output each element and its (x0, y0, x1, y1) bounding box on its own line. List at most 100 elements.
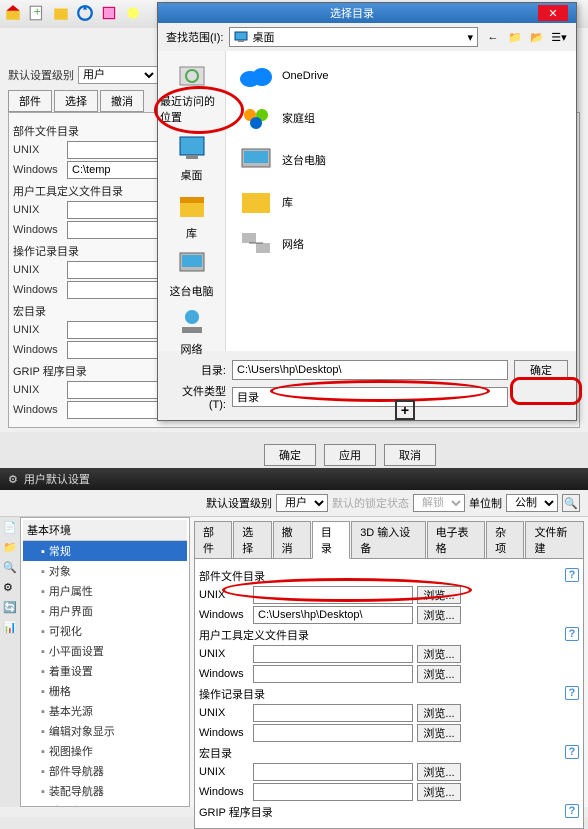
lf-win-4[interactable] (253, 783, 413, 801)
up-icon[interactable]: 📁 (506, 28, 524, 46)
browse-btn[interactable]: 浏览... (417, 724, 461, 742)
item-thispc[interactable]: 这台电脑 (234, 143, 568, 177)
lower-tab[interactable]: 电子表格 (427, 521, 486, 558)
sidebar-network[interactable]: 网络 (158, 303, 225, 361)
tree-item[interactable]: 重用库 (23, 801, 187, 807)
type-input[interactable] (232, 387, 508, 407)
sidebar-library[interactable]: 库 (158, 187, 225, 245)
level-label: 默认设置级别 (8, 67, 74, 83)
mini-icon[interactable]: 🔍 (3, 561, 17, 575)
tool-icon-4[interactable] (76, 4, 94, 22)
tab-part[interactable]: 部件 (8, 90, 52, 112)
item-library[interactable]: 库 (234, 185, 568, 219)
lf-win-1[interactable] (253, 606, 413, 624)
user-default-settings-window: ⚙用户默认设置 默认设置级别 用户 默认的锁定状态 解锁 单位制 公制 🔍 📄 … (0, 468, 588, 817)
lform-macro: 宏目录 (199, 745, 232, 761)
level-select[interactable]: 用户 (78, 66, 158, 84)
help-icon[interactable]: ? (565, 686, 579, 700)
apply-button[interactable]: 应用 (324, 444, 376, 466)
lookup-combo[interactable]: 桌面 ▾ (229, 27, 478, 47)
lower-tab[interactable]: 撤消 (273, 521, 311, 558)
lower-tab[interactable]: 部件 (194, 521, 232, 558)
item-network[interactable]: 网络 (234, 227, 568, 261)
window-title: 用户默认设置 (24, 471, 90, 487)
tool-icon-5[interactable] (100, 4, 118, 22)
lf-unix-1[interactable] (253, 586, 413, 604)
lower-tab[interactable]: 3D 输入设备 (351, 521, 425, 558)
lower-tab[interactable]: 目录 (312, 521, 350, 559)
lf-unix-4[interactable] (253, 763, 413, 781)
lf-win-2[interactable] (253, 665, 413, 683)
lower-tab-row: 部件选择撤消目录3D 输入设备电子表格杂项文件新建 (194, 521, 584, 559)
tree-item[interactable]: 对象 (23, 561, 187, 581)
tree-item[interactable]: 编辑对象显示 (23, 721, 187, 741)
browse-btn[interactable]: 浏览... (417, 586, 461, 604)
tree-item[interactable]: 装配导航器 (23, 781, 187, 801)
tree-item[interactable]: 部件导航器 (23, 761, 187, 781)
tree-item[interactable]: 栅格 (23, 681, 187, 701)
tree-item[interactable]: 可视化 (23, 621, 187, 641)
search-icon[interactable]: 🔍 (562, 494, 580, 512)
hdr-lock-label: 默认的锁定状态 (332, 495, 409, 511)
hdr-lock-select[interactable]: 解锁 (413, 494, 465, 512)
mini-icon[interactable]: ⚙ (3, 581, 17, 595)
back-icon[interactable]: ← (484, 28, 502, 46)
tree-item[interactable]: 用户属性 (23, 581, 187, 601)
mini-icon[interactable]: 📁 (3, 541, 17, 555)
lf-unix-2[interactable] (253, 645, 413, 663)
tree-item[interactable]: 常规 (23, 541, 187, 561)
tab-undo[interactable]: 撤消 (100, 90, 144, 112)
sidebar-recent[interactable]: 最近访问的位置 (158, 55, 225, 129)
browse-btn[interactable]: 浏览... (417, 763, 461, 781)
lower-tab[interactable]: 选择 (233, 521, 271, 558)
tab-select[interactable]: 选择 (54, 90, 98, 112)
close-icon[interactable]: ✕ (538, 5, 568, 21)
sidebar-computer[interactable]: 这台电脑 (158, 245, 225, 303)
help-icon[interactable]: ? (565, 804, 579, 818)
lf-unix-3[interactable] (253, 704, 413, 722)
tree-item[interactable]: 着重设置 (23, 661, 187, 681)
mini-icon[interactable]: 🔄 (3, 601, 17, 615)
mini-icon[interactable]: 📊 (3, 621, 17, 635)
ok-button-dialog[interactable]: 确定 (514, 360, 568, 380)
browse-btn[interactable]: 浏览... (417, 704, 461, 722)
hdr-unit-label: 单位制 (469, 495, 502, 511)
browse-btn[interactable]: 浏览... (417, 645, 461, 663)
ok-button[interactable]: 确定 (264, 444, 316, 466)
tree-item[interactable]: 基本光源 (23, 701, 187, 721)
browse-btn[interactable]: 浏览... (417, 665, 461, 683)
svg-text:+: + (34, 4, 41, 18)
hdr-unit-select[interactable]: 公制 (506, 494, 558, 512)
help-icon[interactable]: ? (565, 745, 579, 759)
item-onedrive[interactable]: OneDrive (234, 59, 568, 93)
vertical-toolbar: 📄 📁 🔍 ⚙ 🔄 📊 (0, 517, 20, 807)
select-directory-dialog: 选择目录 ✕ 查找范围(I): 桌面 ▾ ← 📁 📂 ☰▾ 最近访问的位置 桌面… (157, 2, 577, 421)
item-homegroup[interactable]: 家庭组 (234, 101, 568, 135)
browse-btn[interactable]: 浏览... (417, 783, 461, 801)
dir-label: 目录: (166, 362, 226, 378)
tree-item[interactable]: 小平面设置 (23, 641, 187, 661)
dir-input[interactable] (232, 360, 508, 380)
newfolder-icon[interactable]: 📂 (528, 28, 546, 46)
settings-tree[interactable]: 基本环境 常规对象用户属性用户界面可视化小平面设置着重设置栅格基本光源编辑对象显… (20, 517, 190, 807)
tool-icon-1[interactable] (4, 4, 22, 22)
lookup-label: 查找范围(I): (166, 29, 223, 45)
cancel-button[interactable]: 取消 (384, 444, 436, 466)
help-icon[interactable]: ? (565, 627, 579, 641)
tool-icon-6[interactable] (124, 4, 142, 22)
lower-tab[interactable]: 杂项 (486, 521, 524, 558)
sidebar-desktop[interactable]: 桌面 (158, 129, 225, 187)
tree-item[interactable]: 视图操作 (23, 741, 187, 761)
help-icon[interactable]: ? (565, 568, 579, 582)
browse-btn[interactable]: 浏览... (417, 606, 461, 624)
hdr-level-select[interactable]: 用户 (276, 494, 328, 512)
dialog-title: 选择目录 (166, 5, 538, 21)
lform-oprec: 操作记录目录 (199, 686, 265, 702)
tool-icon-3[interactable] (52, 4, 70, 22)
mini-icon[interactable]: 📄 (3, 521, 17, 535)
tree-item[interactable]: 用户界面 (23, 601, 187, 621)
view-icon[interactable]: ☰▾ (550, 28, 568, 46)
tool-icon-2[interactable]: + (28, 4, 46, 22)
lf-win-3[interactable] (253, 724, 413, 742)
lower-tab[interactable]: 文件新建 (525, 521, 584, 558)
